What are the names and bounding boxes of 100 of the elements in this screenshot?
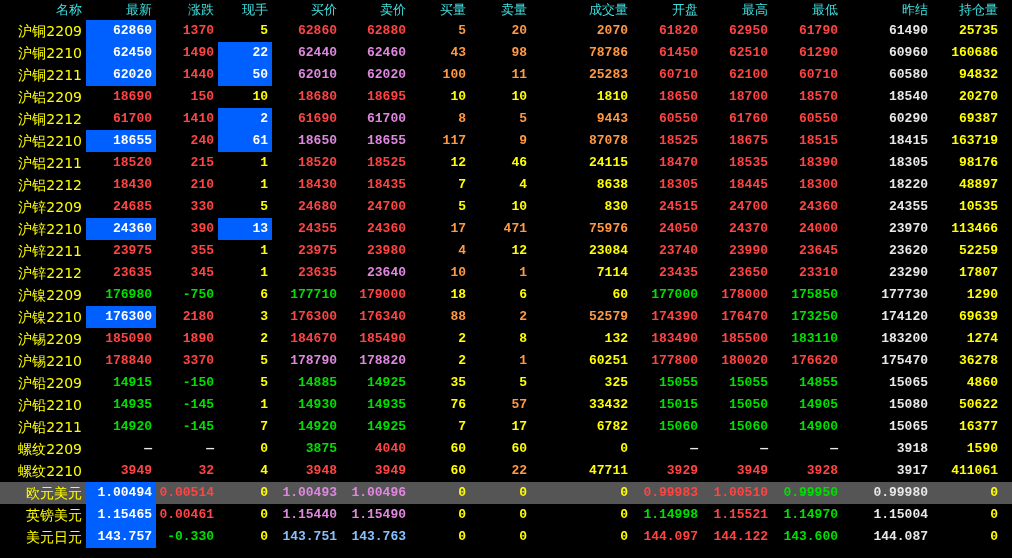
- table-cell: 9: [519, 133, 527, 148]
- table-cell: 2: [260, 331, 268, 346]
- table-row[interactable]: 沪锌2209 24685 330 5 24680 24700 5 10 830 24515 24700 24360 24355 10535: [0, 196, 1012, 218]
- column-header[interactable]: 最低: [772, 0, 842, 20]
- table-cell: 184670: [290, 331, 337, 346]
- column-header[interactable]: 涨跌: [156, 0, 218, 20]
- table-cell: 15050: [729, 397, 768, 412]
- table-cell: 24360: [799, 199, 838, 214]
- table-cell: 355: [190, 243, 214, 258]
- table-cell: 4040: [374, 441, 406, 456]
- table-cell: 1.15521: [713, 507, 768, 522]
- table-cell: 345: [190, 265, 214, 280]
- table-row[interactable]: 沪镍2209 176980 -750 6 177710 179000 18 6 60 177000 178000 175850 177730 1290: [0, 284, 1012, 306]
- table-cell: 1490: [182, 45, 214, 60]
- table-cell: 61820: [659, 23, 698, 38]
- table-cell: 75976: [589, 221, 628, 236]
- table-row[interactable]: 沪锌2211 23975 355 1 23975 23980 4 12 23084 23740 23990 23645 23620 52259: [0, 240, 1012, 262]
- table-row[interactable]: 沪锌2212 23635 345 1 23635 23640 10 1 7114 23435 23650 23310 23290 17807: [0, 262, 1012, 284]
- table-cell: 0.00514: [159, 485, 214, 500]
- column-header[interactable]: 卖量: [470, 0, 531, 20]
- table-cell: 3949: [374, 463, 406, 478]
- table-cell: 2: [458, 331, 466, 346]
- table-cell: 60251: [589, 353, 628, 368]
- table-row[interactable]: 沪铅2209 14915 -150 5 14885 14925 35 5 325 15055 15055 14855 15065 4860: [0, 372, 1012, 394]
- table-cell: 60550: [659, 111, 698, 126]
- table-cell: 0: [620, 529, 628, 544]
- instrument-name: 沪锡2210: [17, 352, 83, 371]
- table-cell: 7114: [596, 265, 628, 280]
- table-cell: 61700: [367, 111, 406, 126]
- table-row[interactable]: 螺纹2210 3949 32 4 3948 3949 60 22 47711 3929 3949 3928 3917 411061: [0, 460, 1012, 482]
- instrument-name: 沪铅2210: [17, 396, 83, 415]
- table-row[interactable]: 沪锡2209 185090 1890 2 184670 185490 2 8 132 183490 185500 183110 183200 1274: [0, 328, 1012, 350]
- table-cell: 183200: [881, 331, 928, 346]
- table-cell: 62010: [298, 67, 337, 82]
- table-cell: 60710: [659, 67, 698, 82]
- table-cell: 175850: [791, 287, 838, 302]
- table-cell: 178840: [105, 353, 152, 368]
- table-cell: 0: [260, 529, 268, 544]
- table-row[interactable]: 沪铝2212 18430 210 1 18430 18435 7 4 8638 18305 18445 18300 18220 48897: [0, 174, 1012, 196]
- column-header[interactable]: 昨结: [842, 0, 932, 20]
- table-cell: 23435: [659, 265, 698, 280]
- table-cell: 0: [519, 507, 527, 522]
- table-cell: 143.757: [97, 529, 152, 544]
- table-cell: 69387: [959, 111, 998, 126]
- column-header[interactable]: 成交量: [531, 0, 632, 20]
- table-cell: 18540: [889, 89, 928, 104]
- table-cell: 23645: [799, 243, 838, 258]
- table-cell: -145: [182, 419, 214, 434]
- table-cell: 62450: [113, 45, 152, 60]
- table-row[interactable]: 沪铝2209 18690 150 10 18680 18695 10 10 1810 18650 18700 18570 18540 20270: [0, 86, 1012, 108]
- table-row[interactable]: 欧元美元 1.00494 0.00514 0 1.00493 1.00496 0 0 0 0.99983 1.00510 0.99950 0.99980 0: [0, 482, 1012, 504]
- table-cell: 5: [458, 23, 466, 38]
- table-row[interactable]: 英镑美元 1.15465 0.00461 0 1.15440 1.15490 0 0 0 1.14998 1.15521 1.14970 1.15004 0: [0, 504, 1012, 526]
- column-header[interactable]: 名称: [0, 0, 86, 20]
- table-row[interactable]: 沪铜2210 62450 1490 22 62440 62460 43 98 78786 61450 62510 61290 60960 160686: [0, 42, 1012, 64]
- table-cell: 14935: [113, 397, 152, 412]
- column-header[interactable]: 买量: [410, 0, 470, 20]
- table-cell: 0.99983: [643, 485, 698, 500]
- column-header[interactable]: 卖价: [341, 0, 410, 20]
- table-row[interactable]: 沪铝2210 18655 240 61 18650 18655 117 9 87078 18525 18675 18515 18415 163719: [0, 130, 1012, 152]
- table-cell: 1.00496: [351, 485, 406, 500]
- column-header[interactable]: 现手: [218, 0, 272, 20]
- table-cell: 183490: [651, 331, 698, 346]
- table-cell: 25735: [959, 23, 998, 38]
- table-row[interactable]: 沪铝2211 18520 215 1 18520 18525 12 46 24115 18470 18535 18390 18305 98176: [0, 152, 1012, 174]
- table-cell: 18695: [367, 89, 406, 104]
- column-header[interactable]: 开盘: [632, 0, 702, 20]
- table-cell: 18305: [889, 155, 928, 170]
- table-cell: 18300: [799, 177, 838, 192]
- table-cell: 12: [450, 155, 466, 170]
- table-cell: 17807: [959, 265, 998, 280]
- table-row[interactable]: 沪铅2210 14935 -145 1 14930 14935 76 57 33432 15015 15050 14905 15080 50622: [0, 394, 1012, 416]
- table-row[interactable]: 沪铜2212 61700 1410 2 61690 61700 8 5 9443 60550 61760 60550 60290 69387: [0, 108, 1012, 130]
- table-cell: 25283: [589, 67, 628, 82]
- table-row[interactable]: 沪镍2210 176300 2180 3 176300 176340 88 2 52579 174390 176470 173250 174120 69639: [0, 306, 1012, 328]
- table-cell: 14920: [298, 419, 337, 434]
- table-row[interactable]: 沪锌2210 24360 390 13 24355 24360 17 471 75976 24050 24370 24000 23970 113466: [0, 218, 1012, 240]
- column-header[interactable]: 最高: [702, 0, 772, 20]
- table-row[interactable]: 沪锡2210 178840 3370 5 178790 178820 2 1 60251 177800 180020 176620 175470 36278: [0, 350, 1012, 372]
- table-cell: 0: [990, 529, 998, 544]
- instrument-name: 沪铜2209: [17, 22, 83, 41]
- table-cell: 15065: [889, 375, 928, 390]
- table-cell: 390: [190, 221, 214, 236]
- table-cell: 411061: [951, 463, 998, 478]
- table-row[interactable]: 美元日元 143.757 -0.330 0 143.751 143.763 0 0 0 144.097 144.122 143.600 144.087 0: [0, 526, 1012, 548]
- column-header[interactable]: 最新: [86, 0, 156, 20]
- table-cell: 61: [252, 133, 268, 148]
- table-cell: 23970: [889, 221, 928, 236]
- table-cell: 1.15465: [97, 507, 152, 522]
- table-cell: 18430: [113, 177, 152, 192]
- table-cell: 15055: [659, 375, 698, 390]
- table-row[interactable]: 沪铅2211 14920 -145 7 14920 14925 7 17 6782 15060 15060 14900 15065 16377: [0, 416, 1012, 438]
- table-cell: 3929: [666, 463, 698, 478]
- table-row[interactable]: 沪铜2211 62020 1440 50 62010 62020 100 11 25283 60710 62100 60710 60580 94832: [0, 64, 1012, 86]
- table-cell: 78786: [589, 45, 628, 60]
- column-header[interactable]: 买价: [272, 0, 341, 20]
- table-row[interactable]: 螺纹2209 — — 0 3875 4040 60 60 0 — — — 3918 1590: [0, 438, 1012, 460]
- table-row[interactable]: 沪铜2209 62860 1370 5 62860 62880 5 20 2070 61820 62950 61790 61490 25735: [0, 20, 1012, 42]
- column-header[interactable]: 持仓量: [932, 0, 1002, 20]
- table-cell: 24000: [799, 221, 838, 236]
